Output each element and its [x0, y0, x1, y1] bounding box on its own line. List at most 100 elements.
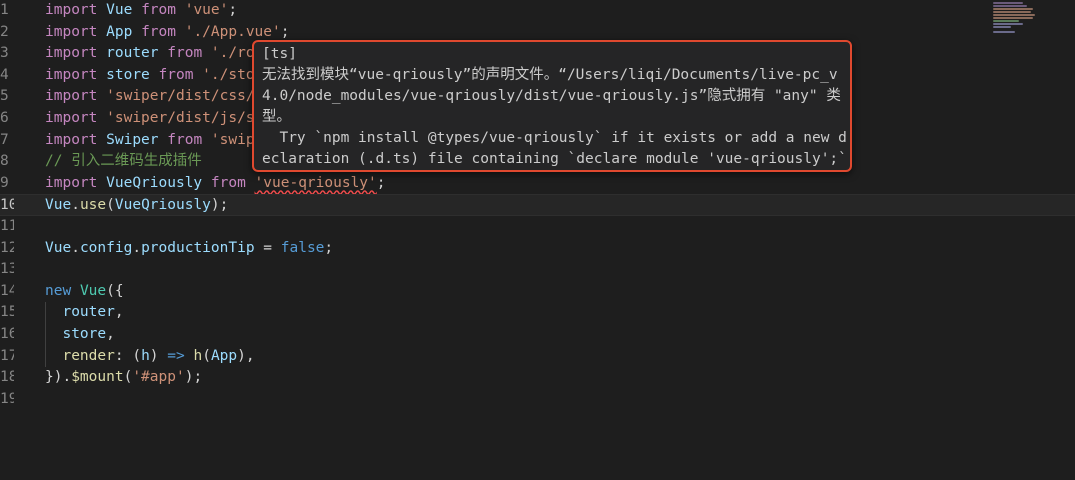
line-number: 17: [0, 347, 14, 364]
code-text[interactable]: import Swiper from 'swip: [45, 130, 255, 152]
code-token: store: [106, 66, 150, 83]
code-text[interactable]: import 'swiper/dist/js/s: [45, 108, 255, 130]
code-token: VueQriously: [106, 174, 203, 191]
code-line[interactable]: 17 render: (h) => h(App),: [0, 346, 1075, 368]
code-line[interactable]: 13: [0, 259, 1075, 281]
minimap[interactable]: [993, 2, 1037, 36]
code-token: from: [210, 174, 246, 191]
code-text[interactable]: import router from './ro: [45, 43, 255, 65]
code-line[interactable]: 19: [0, 389, 1075, 411]
code-token: './sto: [202, 66, 255, 83]
code-text[interactable]: Vue.config.productionTip = false;: [45, 238, 333, 260]
code-token: .: [71, 197, 80, 214]
code-text[interactable]: Vue.use(VueQriously);: [45, 195, 228, 217]
tooltip-message-line: Try `npm install @types/vue-qriously` if…: [262, 130, 847, 146]
indent-guide: [45, 302, 46, 368]
code-token: import: [45, 45, 98, 62]
line-number: 19: [0, 390, 14, 407]
code-text[interactable]: router,: [45, 302, 124, 324]
vertical-scrollbar[interactable]: [1061, 0, 1075, 480]
code-token: ({: [106, 282, 124, 299]
code-token: import: [45, 66, 98, 83]
line-number: 4: [0, 66, 9, 83]
code-token: ),: [237, 347, 255, 364]
code-line[interactable]: 14 new Vue({: [0, 281, 1075, 303]
code-token: App: [106, 23, 133, 40]
code-line[interactable]: 16 store,: [0, 324, 1075, 346]
code-text[interactable]: render: (h) => h(App),: [45, 346, 255, 368]
code-token: ;: [228, 2, 238, 18]
code-token: from: [141, 2, 176, 18]
line-number: 7: [0, 131, 9, 148]
code-text[interactable]: }).$mount('#app');: [45, 367, 202, 389]
line-number: 12: [0, 239, 14, 256]
line-number: 6: [0, 110, 9, 126]
code-text[interactable]: import store from './sto: [45, 65, 255, 87]
line-number: 5: [0, 88, 9, 105]
line-number: 3: [0, 45, 9, 62]
line-number: 13: [0, 261, 14, 278]
code-token: from: [167, 131, 203, 148]
tooltip-message-line: eclaration (.d.ts) file containing `decl…: [262, 151, 847, 167]
code-token: );: [184, 369, 203, 386]
code-line[interactable]: 11: [0, 216, 1075, 238]
code-token: from: [141, 23, 176, 40]
code-token: use: [79, 197, 107, 214]
code-token: App: [210, 347, 238, 364]
code-token: import: [45, 110, 98, 126]
code-text[interactable]: new Vue({: [45, 281, 124, 303]
code-line[interactable]: 12 Vue.config.productionTip = false;: [0, 238, 1075, 260]
code-line[interactable]: 9 import VueQriously from 'vue-qriously';: [0, 173, 1075, 195]
code-text[interactable]: import Vue from 'vue';: [45, 0, 237, 22]
code-token: from: [158, 66, 194, 83]
code-text[interactable]: store,: [45, 324, 115, 346]
code-token: router: [62, 304, 115, 321]
tooltip-message-line: 型。: [262, 109, 291, 125]
code-token: VueQriously: [114, 197, 211, 214]
code-token: config: [79, 239, 133, 256]
code-token: ,: [106, 326, 115, 342]
code-token: import: [45, 88, 98, 105]
code-text[interactable]: // 引入二维码生成插件: [45, 151, 202, 173]
code-token: '#app': [132, 369, 185, 386]
code-token: .: [71, 239, 80, 256]
code-token: Vue: [45, 239, 72, 256]
code-token: import: [45, 2, 98, 18]
tooltip-source-label: [ts]: [262, 46, 297, 62]
code-line[interactable]: 18 }).$mount('#app');: [0, 367, 1075, 389]
code-text[interactable]: import App from './App.vue';: [45, 22, 289, 44]
code-token: ,: [114, 304, 124, 321]
code-line[interactable]: 1 import Vue from 'vue';: [0, 0, 1075, 22]
code-token: Vue: [106, 2, 133, 18]
code-token: 'swip: [210, 131, 255, 148]
code-line[interactable]: 10 Vue.use(VueQriously);: [0, 194, 1075, 216]
code-text[interactable]: import VueQriously from 'vue-qriously';: [45, 173, 386, 195]
line-number: 1: [0, 2, 9, 18]
code-line[interactable]: 15 router,: [0, 302, 1075, 324]
code-token: 'vue': [184, 2, 229, 18]
line-number: 18: [0, 369, 14, 386]
code-token: false: [280, 239, 325, 256]
code-token: router: [106, 45, 159, 62]
code-token: Vue: [79, 282, 107, 299]
code-text[interactable]: import 'swiper/dist/css/: [45, 86, 255, 108]
code-token: (: [106, 197, 115, 214]
code-token: render: [62, 347, 115, 364]
code-token: }).: [45, 369, 72, 386]
line-number: 8: [0, 153, 9, 170]
